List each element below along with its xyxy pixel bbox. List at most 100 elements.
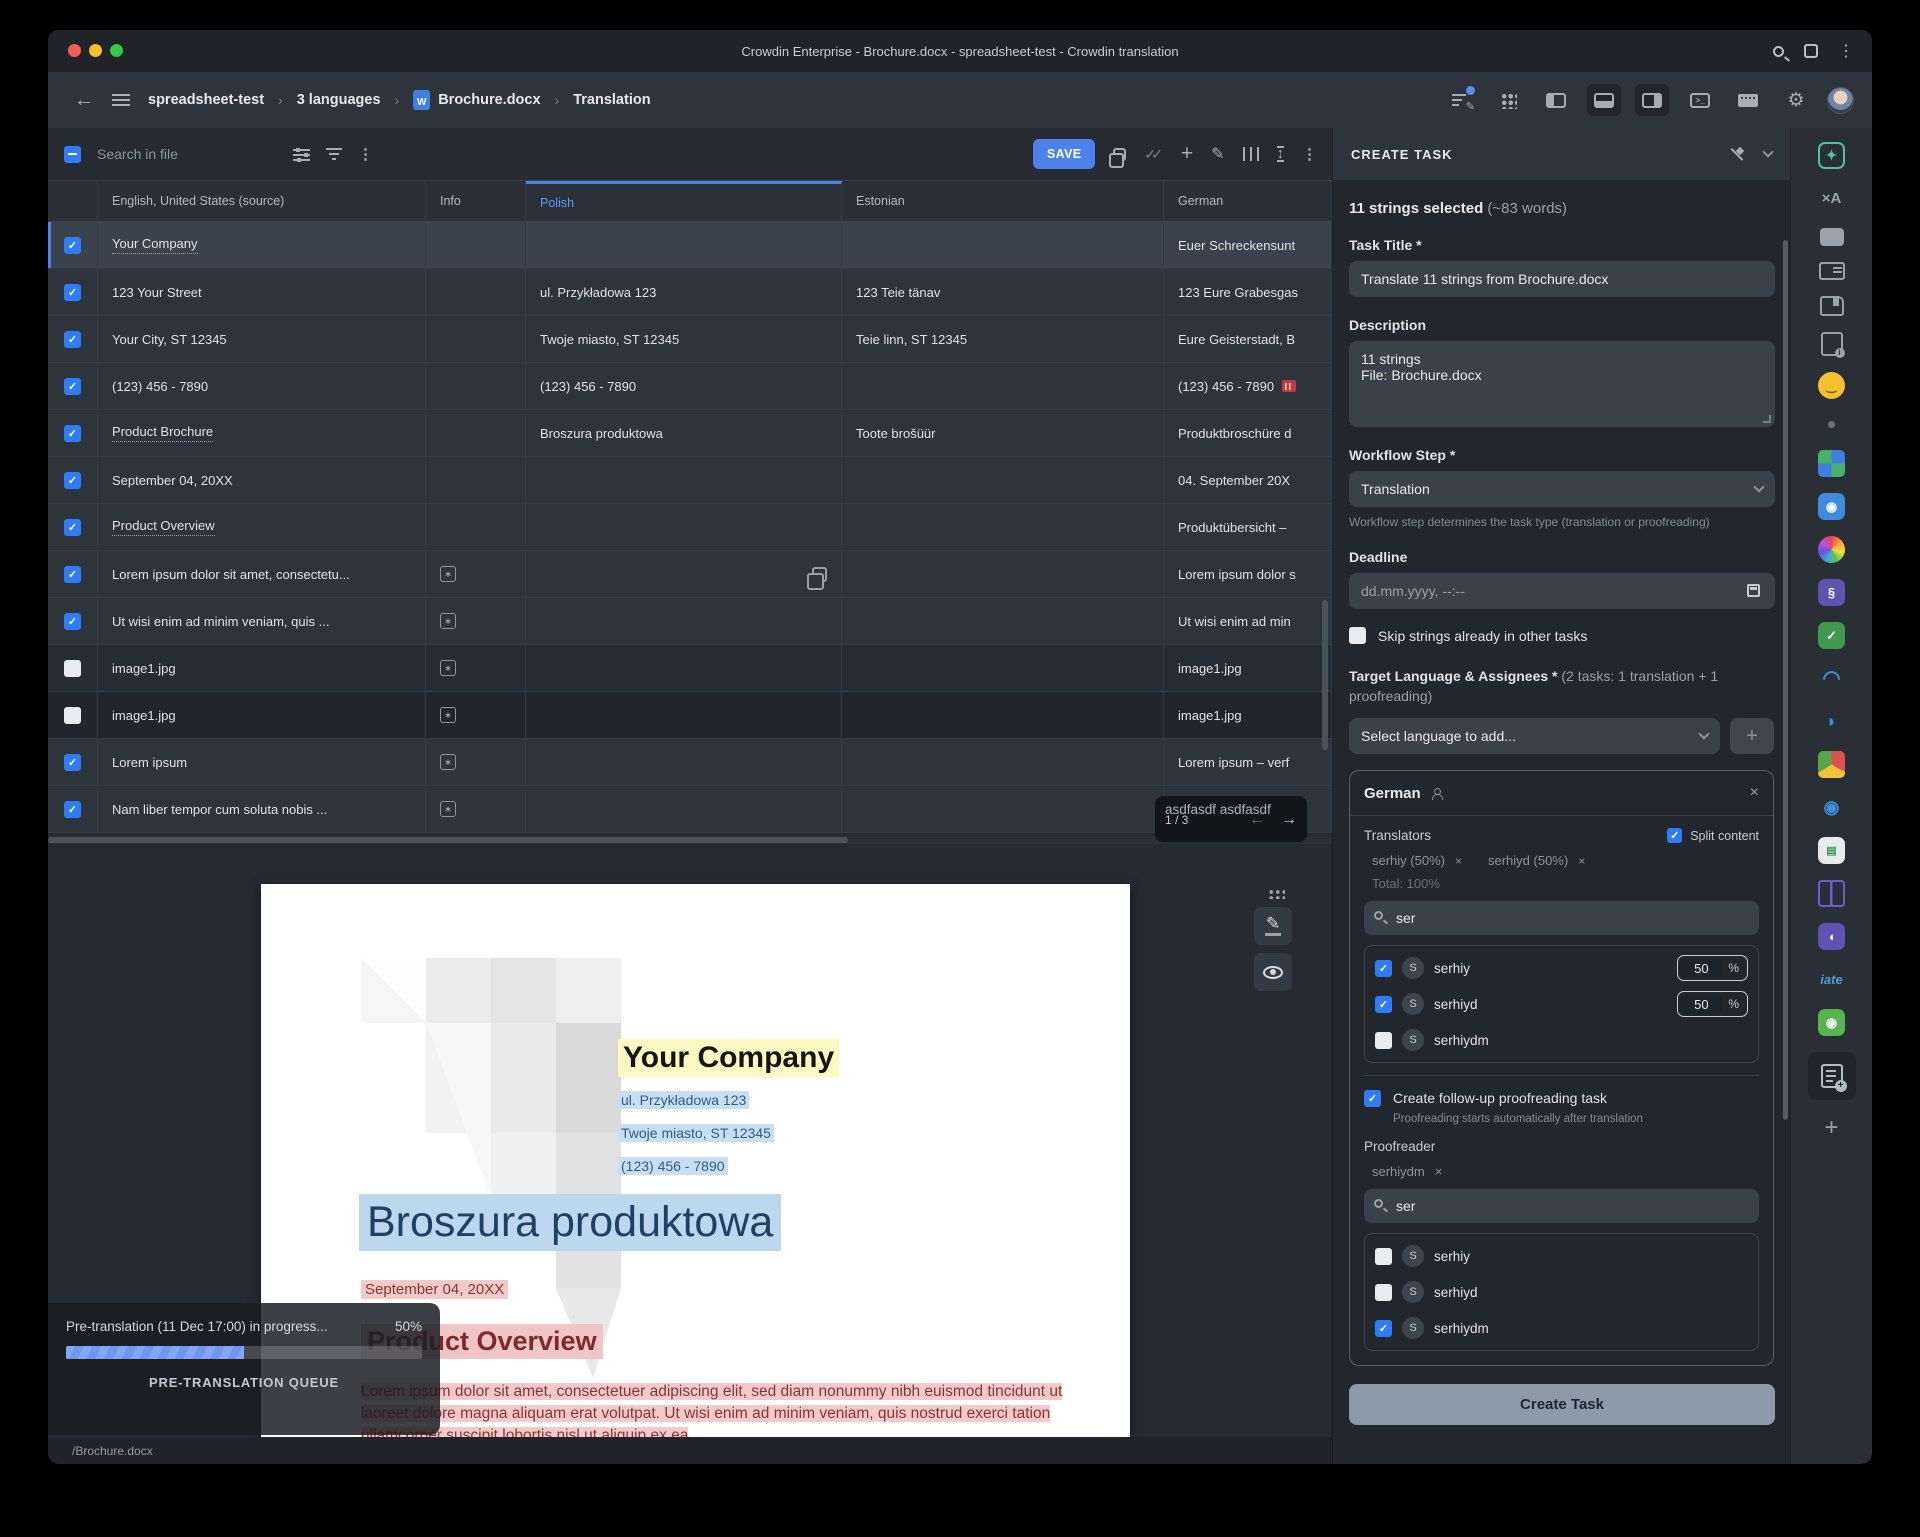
skip-strings-row[interactable]: Skip strings already in other tasks [1349,627,1774,644]
user-checkbox[interactable] [1375,1284,1392,1301]
string-info-icon[interactable]: ∗ [440,660,456,676]
panel-scrollbar[interactable] [1783,240,1788,1120]
table-row[interactable]: September 04, 20XX 04. September 20X [48,457,1332,504]
color-cube-app-icon[interactable] [1818,751,1845,778]
translator-option[interactable]: S serhiy 50% [1375,950,1748,986]
grid-vertical-scrollbar[interactable] [1322,600,1328,750]
german-cell[interactable]: Lorem ipsum – verf [1164,739,1332,785]
shortcuts-button[interactable] [1731,84,1765,116]
proofreader-option[interactable]: S serhiydm [1375,1310,1748,1346]
remove-chip-icon[interactable]: × [1455,854,1462,868]
percent-value[interactable]: 50 [1680,994,1722,1014]
select-all-checkbox[interactable] [64,146,81,163]
unpin-panel-icon[interactable] [1731,147,1746,162]
copy-source-icon[interactable] [812,567,827,582]
doc-address-line1[interactable]: ul. Przykładowa 123 [618,1091,749,1109]
machine-translate-icon[interactable]: ×A [1818,185,1845,212]
source-text[interactable]: Lorem ipsum dolor sit amet, consectetu..… [98,551,426,597]
table-row[interactable]: Your Company Euer Schreckensunt [48,222,1332,269]
translator-option[interactable]: S serhiydm [1375,1022,1748,1058]
polish-cell[interactable] [526,222,842,268]
row-checkbox[interactable] [64,801,81,818]
qa-issue-icon[interactable] [1282,380,1296,392]
arc-app-icon[interactable]: ◠ [1818,665,1845,692]
notes-button[interactable] [1443,84,1477,116]
drag-handle-icon[interactable] [1267,888,1285,899]
polish-cell[interactable] [526,504,842,550]
purple-app-icon[interactable]: ◖ [1818,923,1845,950]
settings-button[interactable]: ⚙ [1779,84,1813,116]
estonian-cell[interactable] [842,551,1164,597]
estonian-cell[interactable] [842,598,1164,644]
file-path[interactable]: /Brochure.docx [72,1444,153,1458]
copy-source-icon[interactable] [1113,148,1126,161]
doc-title[interactable]: Broszura produktowa [359,1194,781,1251]
remove-chip-icon[interactable]: × [1435,1164,1443,1179]
estonian-cell[interactable] [842,504,1164,550]
polish-cell[interactable] [526,457,842,503]
emoji-smiley-icon[interactable]: ‿ [1818,372,1845,399]
table-row[interactable]: Nam liber tempor cum soluta nobis ... ∗ [48,786,1332,833]
split-panes-app-icon[interactable] [1818,880,1845,907]
glossary-book-icon[interactable] [1820,296,1844,316]
polish-cell[interactable]: Broszura produktowa [526,410,842,456]
table-row[interactable]: image1.jpg ∗ image1.jpg [48,692,1332,739]
breadcrumb-file[interactable]: W Brochure.docx [413,90,540,110]
german-cell[interactable]: Produktübersicht – [1164,504,1332,550]
breadcrumb-project[interactable]: spreadsheet-test [148,92,264,108]
split-content-checkbox[interactable] [1667,828,1682,843]
polish-cell[interactable] [526,598,842,644]
german-cell[interactable]: Ut wisi enim ad min [1164,598,1332,644]
prev-suggestion-icon[interactable]: ← [1249,811,1265,829]
save-button[interactable]: SAVE [1033,139,1095,169]
polish-cell[interactable]: Twoje miasto, ST 12345 [526,316,842,362]
row-checkbox[interactable] [64,707,81,724]
filter-settings-icon[interactable] [293,148,310,161]
source-text[interactable]: Ut wisi enim ad minim veniam, quis ... [98,598,426,644]
table-row[interactable]: (123) 456 - 7890 (123) 456 - 7890 (123) … [48,363,1332,410]
calendar-icon[interactable] [1747,584,1760,597]
user-checkbox[interactable] [1375,1248,1392,1265]
german-cell[interactable]: image1.jpg [1164,645,1332,691]
green-eye-app-icon[interactable]: ◉ [1818,1009,1845,1036]
create-task-tool-active[interactable] [1808,1052,1856,1100]
german-cell[interactable]: Produktbroschüre d [1164,410,1332,456]
row-checkbox[interactable] [64,519,81,536]
add-language-button[interactable]: + [1730,718,1774,754]
german-cell[interactable]: 04. September 20X [1164,457,1332,503]
description-textarea[interactable]: 11 strings File: Brochure.docx [1349,341,1775,427]
breadcrumb-step[interactable]: Translation [573,92,650,108]
user-checkbox[interactable] [1375,996,1392,1013]
table-row[interactable]: 123 Your Street ul. Przykładowa 123 123 … [48,269,1332,316]
grid-more-icon[interactable]: ⋮ [1302,145,1318,163]
header-german[interactable]: German [1164,181,1332,221]
remove-language-icon[interactable]: × [1750,784,1759,802]
grid-horizontal-scrollbar[interactable] [48,837,848,843]
row-checkbox[interactable] [64,237,81,254]
comments-icon[interactable] [1820,228,1844,246]
source-text[interactable]: (123) 456 - 7890 [98,363,426,409]
source-text[interactable]: Your Company [112,236,198,254]
string-info-icon[interactable]: ∗ [440,613,456,629]
info-card-icon[interactable] [1819,262,1845,280]
browser-extensions-icon[interactable] [1804,44,1818,58]
estonian-cell[interactable] [842,692,1164,738]
doc-address-line2[interactable]: Twoje miasto, ST 12345 [618,1124,774,1142]
header-source[interactable]: English, United States (source) [98,181,426,221]
add-tool-icon[interactable]: + [1818,1114,1845,1141]
user-checkbox[interactable] [1375,960,1392,977]
polish-cell[interactable]: (123) 456 - 7890 [526,363,842,409]
iate-logo[interactable]: iate [1818,966,1845,993]
doc-date[interactable]: September 04, 20XX [361,1280,508,1299]
ai-assistant-icon[interactable]: ✦ [1818,142,1845,169]
bird-app-icon[interactable]: ◗ [1818,708,1845,735]
estonian-cell[interactable]: 123 Teie tänav [842,269,1164,315]
user-avatar[interactable] [1827,87,1854,114]
grid-horizontal-scrollbar-track[interactable] [48,836,1332,844]
polish-cell[interactable] [526,786,842,832]
row-checkbox[interactable] [64,660,81,677]
filter-more-icon[interactable]: ⋮ [358,145,374,163]
deadline-input[interactable] [1349,573,1775,609]
estonian-cell[interactable] [842,645,1164,691]
source-text[interactable]: 123 Your Street [98,269,426,315]
